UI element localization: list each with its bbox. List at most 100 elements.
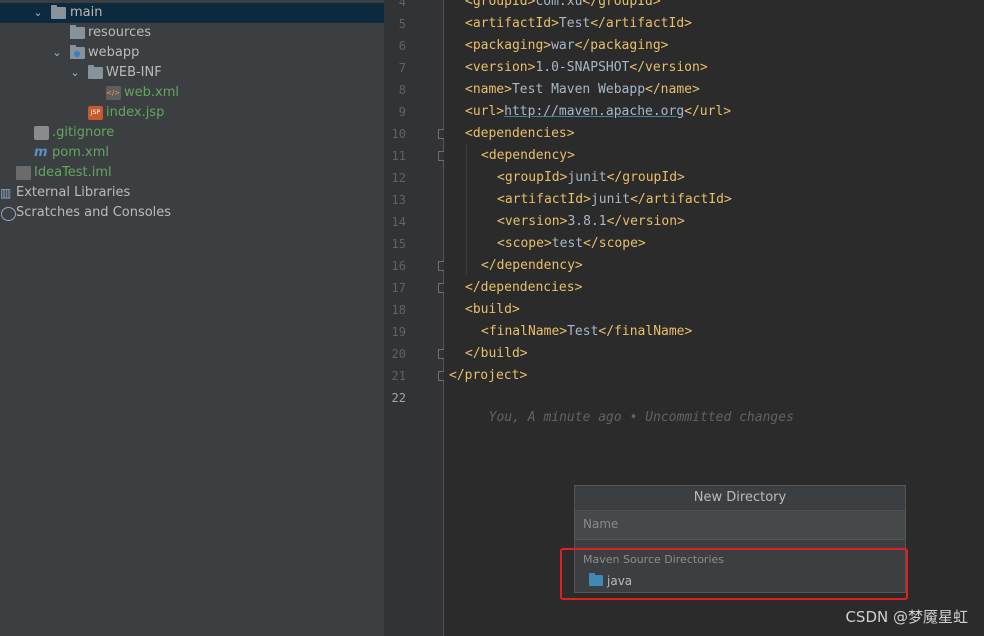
tree-item-external-libraries[interactable]: ▥ External Libraries bbox=[0, 183, 384, 203]
tree-item-webapp[interactable]: ⌄ webapp bbox=[0, 43, 384, 63]
line-number: 21 bbox=[391, 369, 406, 383]
xml-text: Test Maven Webapp bbox=[511, 82, 646, 97]
name-placeholder: Name bbox=[583, 517, 619, 531]
xml-open-tag: <finalName> bbox=[481, 324, 568, 339]
tree-item-pom-xml[interactable]: m pom.xml bbox=[0, 143, 384, 163]
xml-open-tag: <groupId> bbox=[497, 170, 568, 185]
code-line: </dependency> bbox=[481, 255, 984, 277]
tree-item-web-xml[interactable]: web.xml bbox=[0, 83, 384, 103]
scratches-icon bbox=[1, 207, 16, 221]
xml-open-tag: <artifactId> bbox=[497, 192, 591, 207]
line-number: 17 bbox=[391, 281, 406, 295]
xml-text: 1.0-SNAPSHOT bbox=[535, 60, 630, 75]
line-number: 12 bbox=[391, 171, 406, 185]
line-number: 22 bbox=[391, 391, 406, 405]
tree-item-label: main bbox=[70, 5, 103, 20]
tree-item-label: pom.xml bbox=[52, 145, 109, 160]
tree-item-label: WEB-INF bbox=[106, 65, 162, 80]
xml-open-tag: </dependency> bbox=[481, 258, 583, 273]
line-number: 10 bbox=[391, 127, 406, 141]
xml-text: 3.8.1 bbox=[567, 214, 607, 229]
chevron-down-icon[interactable]: ⌄ bbox=[69, 63, 81, 83]
resources-folder-icon bbox=[70, 25, 85, 39]
xml-text: junit bbox=[567, 170, 607, 185]
xml-open-tag: <groupId> bbox=[465, 0, 536, 9]
line-number: 13 bbox=[391, 193, 406, 207]
xml-close-tag: </artifactId> bbox=[630, 192, 732, 207]
module-file-icon bbox=[16, 166, 31, 180]
line-number: 16 bbox=[391, 259, 406, 273]
url-link[interactable]: http://maven.apache.org bbox=[504, 104, 684, 119]
xml-close-tag: </artifactId> bbox=[590, 16, 692, 31]
line-number: 14 bbox=[391, 215, 406, 229]
xml-open-tag: <dependencies> bbox=[465, 126, 575, 141]
code-line: <dependency> bbox=[481, 145, 984, 167]
highlight-annotation-box bbox=[560, 548, 908, 600]
tree-item-label: resources bbox=[88, 25, 152, 40]
xml-open-tag: </build> bbox=[465, 346, 528, 361]
tree-item-index-jsp[interactable]: JSP index.jsp bbox=[0, 103, 384, 123]
web-folder-icon bbox=[70, 45, 85, 59]
code-line: <dependencies> bbox=[465, 123, 984, 145]
xml-text: com.xu bbox=[535, 0, 583, 9]
xml-text: test bbox=[551, 236, 584, 251]
xml-file-icon bbox=[106, 86, 121, 100]
xml-text: war bbox=[551, 38, 575, 53]
xml-close-tag: </version> bbox=[629, 60, 708, 75]
xml-open-tag: <artifactId> bbox=[465, 16, 559, 31]
xml-close-tag: </scope> bbox=[583, 236, 646, 251]
tree-item-main[interactable]: ⌄ main bbox=[0, 3, 384, 23]
tree-item-resources[interactable]: resources bbox=[0, 23, 384, 43]
line-number: 5 bbox=[398, 17, 406, 31]
line-number: 11 bbox=[391, 149, 406, 163]
xml-open-tag: </project> bbox=[449, 368, 528, 383]
code-line: <artifactId>Test</artifactId> bbox=[465, 13, 984, 35]
indent-guide bbox=[466, 143, 467, 275]
line-number: 19 bbox=[391, 325, 406, 339]
watermark: CSDN @梦魇星虹 bbox=[845, 608, 968, 626]
xml-open-tag: <build> bbox=[465, 302, 520, 317]
gitignore-file-icon bbox=[34, 126, 49, 140]
xml-open-tag: <packaging> bbox=[465, 38, 552, 53]
blame-text: You, A minute ago • Uncommitted changes bbox=[488, 410, 794, 425]
code-line: <build> bbox=[465, 299, 984, 321]
tree-item-label: External Libraries bbox=[16, 185, 131, 200]
xml-text: junit bbox=[590, 192, 631, 207]
line-number: 8 bbox=[398, 83, 406, 97]
code-line: <url>http://maven.apache.org</url> bbox=[465, 101, 984, 123]
xml-close-tag: </packaging> bbox=[574, 38, 669, 53]
chevron-down-icon[interactable]: ⌄ bbox=[51, 43, 63, 63]
xml-open-tag: <name> bbox=[465, 82, 512, 97]
line-number: 15 bbox=[391, 237, 406, 251]
tree-item-gitignore[interactable]: .gitignore bbox=[0, 123, 384, 143]
chevron-down-icon[interactable]: ⌄ bbox=[32, 3, 44, 23]
tree-item-web-inf[interactable]: ⌄ WEB-INF bbox=[0, 63, 384, 83]
xml-close-tag: </groupId> bbox=[582, 0, 661, 9]
xml-open-tag: <scope> bbox=[497, 236, 552, 251]
popup-title: New Directory bbox=[575, 486, 905, 511]
tree-item-scratches[interactable]: Scratches and Consoles bbox=[0, 203, 384, 223]
git-blame-annotation: You, A minute ago • Uncommitted changes bbox=[473, 385, 984, 425]
code-line: <artifactId>junit</artifactId> bbox=[497, 189, 984, 211]
line-number: 9 bbox=[398, 105, 406, 119]
code-line: <name>Test Maven Webapp</name> bbox=[465, 79, 984, 101]
xml-open-tag: <dependency> bbox=[481, 148, 575, 163]
code-line: <finalName>Test</finalName> bbox=[481, 321, 984, 343]
line-number: 7 bbox=[398, 61, 406, 75]
folder-icon bbox=[88, 65, 103, 79]
line-number: 20 bbox=[391, 347, 406, 361]
code-line: </project> bbox=[449, 365, 984, 387]
line-number: 18 bbox=[391, 303, 406, 317]
tree-item-label: Scratches and Consoles bbox=[16, 205, 172, 220]
code-line: <version>3.8.1</version> bbox=[497, 211, 984, 233]
tree-item-iml[interactable]: IdeaTest.iml bbox=[0, 163, 384, 183]
code-line: <groupId>com.xu</groupId> bbox=[465, 0, 984, 13]
code-line: </dependencies> bbox=[465, 277, 984, 299]
line-number: 6 bbox=[398, 39, 406, 53]
xml-close-tag: </name> bbox=[645, 82, 700, 97]
directory-name-input[interactable]: Name bbox=[575, 511, 905, 540]
tree-item-label: webapp bbox=[88, 45, 140, 60]
xml-close-tag: </url> bbox=[684, 104, 732, 119]
code-line: <groupId>junit</groupId> bbox=[497, 167, 984, 189]
jsp-file-icon: JSP bbox=[88, 106, 103, 120]
